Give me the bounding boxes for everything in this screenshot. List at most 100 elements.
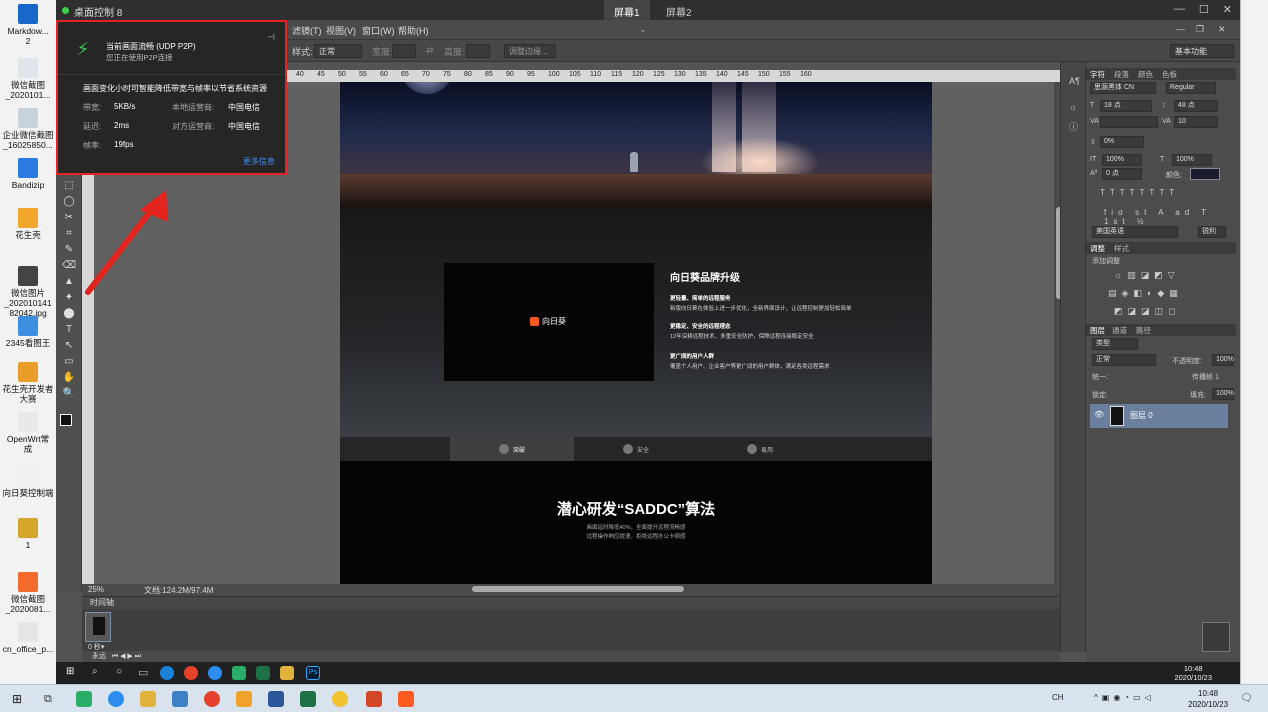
layer-row[interactable]: 👁 图层 0 — [1090, 404, 1228, 428]
desktop-icon[interactable]: 微信截图 _2020101... — [0, 58, 56, 100]
desktop-icon[interactable]: 花生壳 — [0, 208, 56, 240]
tool-icon[interactable]: ⬤ — [61, 308, 77, 322]
remote-titlebar[interactable]: 桌面控制 8 屏幕1 屏幕2 — ☐ ✕ — [56, 0, 1240, 20]
chrome-icon[interactable] — [184, 666, 198, 680]
character-panel-icon[interactable]: A¶ — [1069, 76, 1080, 86]
maximize-icon[interactable]: ☐ — [1199, 3, 1209, 16]
playback-icons[interactable]: ⏮ ◀ ▶ ⏭ — [112, 653, 141, 660]
tool-icon[interactable]: ↖ — [61, 340, 77, 354]
swap-icon[interactable]: ⇄ — [426, 45, 434, 56]
tool-icon[interactable]: ✂ — [61, 212, 77, 226]
language-select[interactable]: 美国英语 — [1092, 226, 1178, 238]
host-peanut-icon[interactable] — [236, 691, 252, 707]
desktop-icon[interactable]: 1 — [0, 518, 56, 550]
kerning-field[interactable] — [1100, 116, 1158, 128]
text-color-swatch[interactable] — [1190, 168, 1220, 180]
fill-field[interactable]: 100% — [1212, 388, 1234, 400]
tab-screen-2[interactable]: 屏幕2 — [656, 0, 702, 20]
tracking-field[interactable]: 10 — [1174, 116, 1218, 128]
browser-icon[interactable] — [208, 666, 222, 680]
more-info-link[interactable]: 更多信息 — [243, 156, 275, 167]
taskview-icon[interactable]: ▭ — [138, 666, 152, 680]
style-select[interactable]: 正常 — [314, 44, 362, 58]
menu-view[interactable]: 视图(V) — [326, 24, 356, 37]
ps-restore-icon[interactable]: ❐ — [1196, 24, 1204, 35]
host-app-icon[interactable] — [172, 691, 188, 707]
loop-select[interactable]: 永远 — [92, 653, 106, 660]
pin-icon[interactable]: ⊣ — [267, 32, 275, 43]
desktop-icon[interactable]: cn_office_p... — [0, 622, 56, 654]
baseline-field[interactable]: 0 点 — [1102, 168, 1142, 180]
host-taskview-icon[interactable]: ⧉ — [44, 691, 60, 707]
host-word-icon[interactable] — [268, 691, 284, 707]
width-input[interactable] — [392, 44, 416, 58]
desktop-icon[interactable]: 向日葵控制端 — [0, 466, 56, 498]
scroll-thumb[interactable] — [472, 586, 684, 592]
timeline-header[interactable]: 时间轴 — [82, 597, 1060, 609]
notification-icon[interactable]: 🗨 — [1240, 693, 1253, 704]
ime-indicator[interactable]: CH — [1052, 693, 1064, 702]
minimize-icon[interactable]: — — [1174, 3, 1185, 16]
tool-icon[interactable]: ⬚ — [61, 180, 77, 194]
tray-overlay-thumbnail[interactable] — [1202, 622, 1230, 652]
desktop-icon[interactable]: 2345看图王 — [0, 316, 56, 348]
desktop-icon[interactable]: 微信截图 _2020081... — [0, 572, 56, 614]
close-icon[interactable]: ✕ — [1223, 3, 1232, 16]
propagate-frame-checkbox[interactable]: 传播帧 1 — [1192, 372, 1219, 382]
host-explorer-icon[interactable] — [140, 691, 156, 707]
adjustment-icons-row2[interactable]: ▤◈◧◐◆▦ — [1108, 288, 1183, 299]
start-icon[interactable]: ⊞ — [66, 666, 80, 680]
desktop-icon[interactable]: 企业微信截图 _16025850... — [0, 108, 56, 150]
vertical-scale-field[interactable]: 100% — [1102, 154, 1142, 166]
horizontal-scale-field[interactable]: 100% — [1172, 154, 1212, 166]
tool-icon[interactable]: ▭ — [61, 356, 77, 370]
menu-help[interactable]: 帮助(H) — [398, 24, 429, 37]
tool-icon[interactable]: ✦ — [61, 292, 77, 306]
menu-window[interactable]: 窗口(W) — [362, 24, 395, 37]
tab-security[interactable]: 安全 — [574, 437, 698, 461]
tab-color[interactable]: 颜色 — [1138, 69, 1153, 80]
tab-adjustments[interactable]: 调整 — [1090, 243, 1105, 254]
opacity-field[interactable]: 100% — [1212, 354, 1234, 366]
photoshop-icon[interactable]: Ps — [306, 666, 320, 680]
font-style-select[interactable]: Regular — [1166, 82, 1216, 94]
opentype-buttons[interactable]: fiσ st A ad T 1st ½ — [1104, 208, 1240, 226]
brand-video[interactable]: 向日葵 — [444, 263, 654, 381]
adjust-panel-icon[interactable]: ☼ — [1069, 102, 1077, 112]
tab-paths[interactable]: 路径 — [1136, 325, 1151, 336]
percent-field[interactable]: 0% — [1100, 136, 1144, 148]
adjust-edge-button[interactable]: 调整边缘... — [504, 44, 556, 58]
host-wechat-icon[interactable] — [76, 691, 92, 707]
foreground-color-swatch[interactable] — [60, 414, 72, 426]
tool-icon[interactable]: ✎ — [61, 244, 77, 258]
leading-field[interactable]: 48 点 — [1174, 100, 1218, 112]
edge-icon[interactable] — [160, 666, 174, 680]
menu-filter[interactable]: 滤镜(T) — [292, 24, 322, 37]
tab-styles[interactable]: 样式 — [1114, 243, 1129, 254]
layer-kind-filter[interactable]: 类型 — [1092, 338, 1138, 350]
tab-breakthrough[interactable]: 突破 — [450, 437, 574, 461]
host-chrome-icon[interactable] — [204, 691, 220, 707]
horizontal-scrollbar[interactable] — [242, 584, 1062, 594]
excel-icon[interactable] — [256, 666, 270, 680]
desktop-icon[interactable]: 花生壳开发者 大赛 — [0, 362, 56, 404]
host-browser-icon[interactable] — [332, 691, 348, 707]
text-style-buttons[interactable]: TTTTTTTT — [1100, 188, 1179, 197]
tab-screen-1[interactable]: 屏幕1 — [604, 0, 650, 20]
tool-icon[interactable]: ▲ — [61, 276, 77, 290]
host-clock[interactable]: 10:48 2020/10/23 — [1188, 688, 1228, 710]
adjustment-icons-row3[interactable]: ◩◪◪◫◻ — [1114, 306, 1180, 317]
font-family-select[interactable]: 思源黑体 CN — [1090, 82, 1156, 94]
layer-name[interactable]: 图层 0 — [1130, 410, 1153, 421]
tab-easy[interactable]: 易用 — [698, 437, 822, 461]
workspace-select[interactable]: 基本功能 — [1170, 44, 1234, 58]
tray-icons[interactable]: ^▣◉◔▭◁ — [1094, 693, 1155, 702]
tool-icon[interactable]: ◯ — [61, 196, 77, 210]
info-icon[interactable]: ⓘ — [1069, 120, 1078, 133]
tab-character[interactable]: 字符 — [1090, 69, 1105, 80]
host-search-icon[interactable] — [108, 691, 124, 707]
dropdown-chevron-icon[interactable]: ⌄ — [639, 24, 647, 35]
height-input[interactable] — [466, 44, 490, 58]
host-start-icon[interactable]: ⊞ — [12, 691, 28, 707]
tool-icon[interactable]: 🔍 — [61, 388, 77, 402]
